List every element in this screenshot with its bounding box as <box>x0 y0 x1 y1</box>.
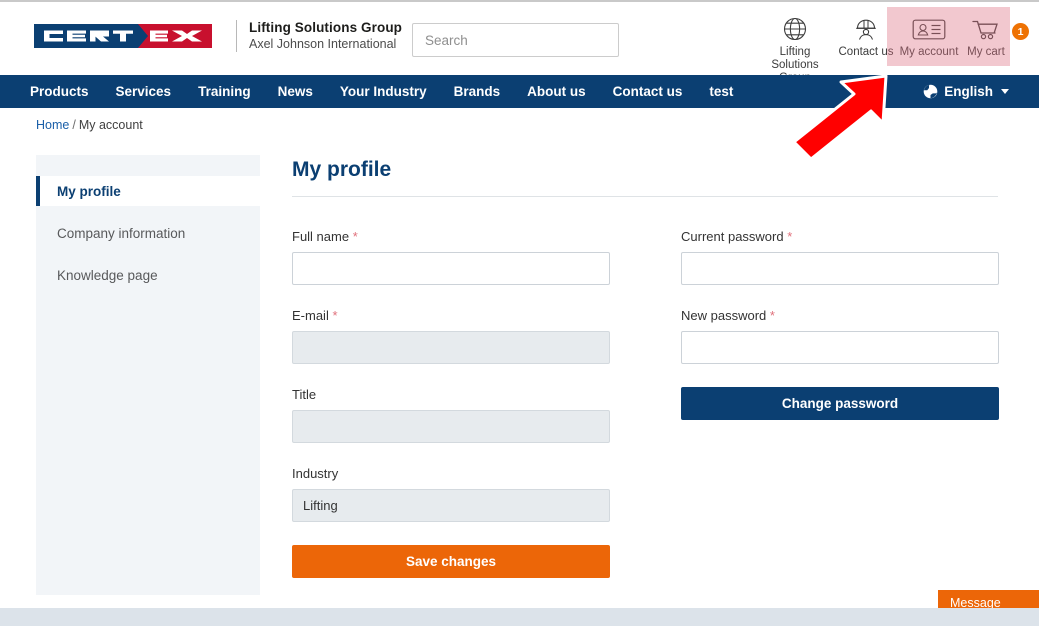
required-marker: * <box>332 308 338 323</box>
breadcrumb-home-link[interactable]: Home <box>36 118 69 132</box>
globe-icon <box>782 12 808 42</box>
header-contact-label: Contact us <box>838 46 894 58</box>
password-column: Current password * New password * Change… <box>681 229 999 420</box>
label-title: Title <box>292 387 317 402</box>
field-new-password: New password * <box>681 308 999 364</box>
footer-strip <box>0 608 1039 626</box>
nav-item-your-industry[interactable]: Your Industry <box>340 84 427 99</box>
nav-item-contact-us[interactable]: Contact us <box>613 84 683 99</box>
title-input <box>292 410 610 443</box>
id-card-icon <box>912 12 946 42</box>
certex-logo-icon <box>34 24 212 48</box>
label-email: E-mail * <box>292 308 338 323</box>
required-marker: * <box>352 229 358 244</box>
header-my-cart[interactable]: 1 My cart <box>950 12 1029 59</box>
sidebar-item-my-profile[interactable]: My profile <box>36 176 260 206</box>
field-full-name: Full name * <box>292 229 610 285</box>
site-logo[interactable]: Lifting Solutions Group Axel Johnson Int… <box>30 20 402 52</box>
nav-item-test[interactable]: test <box>709 84 733 99</box>
save-changes-button[interactable]: Save changes <box>292 545 610 578</box>
header-contact-us[interactable]: Contact us <box>830 12 902 59</box>
cart-icon: 1 <box>970 12 1029 42</box>
cart-count-badge: 1 <box>1012 23 1029 40</box>
nav-item-news[interactable]: News <box>278 84 313 99</box>
breadcrumb-current: My account <box>78 118 143 132</box>
nav-item-brands[interactable]: Brands <box>454 84 501 99</box>
nav-item-about-us[interactable]: About us <box>527 84 586 99</box>
language-globe-icon <box>923 84 938 99</box>
site-header: Lifting Solutions Group Axel Johnson Int… <box>0 2 1039 84</box>
sidebar-item-my-profile-label: My profile <box>57 183 121 199</box>
logo-tagline: Lifting Solutions Group Axel Johnson Int… <box>249 20 402 52</box>
label-industry: Industry <box>292 466 339 481</box>
logo-tagline-line2: Axel Johnson International <box>249 36 397 51</box>
page-title: My profile <box>292 158 392 181</box>
field-title: Title <box>292 387 610 443</box>
worker-icon <box>853 12 879 42</box>
required-marker: * <box>769 308 775 323</box>
change-password-button[interactable]: Change password <box>681 387 999 420</box>
search-input[interactable] <box>412 23 619 57</box>
breadcrumb: Home / My account <box>36 118 143 132</box>
field-industry: Industry <box>292 466 610 522</box>
profile-details-column: Full name * E-mail * Title Industry Save… <box>292 229 610 578</box>
breadcrumb-separator: / <box>72 118 76 132</box>
page-root: Lifting Solutions Group Axel Johnson Int… <box>0 0 1039 626</box>
required-marker: * <box>787 229 793 244</box>
logo-divider <box>236 20 237 52</box>
main-navigation: Products Services Training News Your Ind… <box>0 75 1039 108</box>
label-new-password: New password * <box>681 308 775 323</box>
full-name-input[interactable] <box>292 252 610 285</box>
nav-item-products[interactable]: Products <box>30 84 89 99</box>
nav-item-list: Products Services Training News Your Ind… <box>30 75 733 108</box>
profile-content: My profile Full name * E-mail * Title In… <box>292 158 999 578</box>
sidebar-item-knowledge-page[interactable]: Knowledge page <box>36 260 260 290</box>
field-current-password: Current password * <box>681 229 999 285</box>
language-selector[interactable]: English <box>923 75 1009 108</box>
logo-tagline-line1: Lifting Solutions Group <box>249 20 403 36</box>
header-cart-label: My cart <box>967 46 1005 58</box>
label-full-name: Full name * <box>292 229 358 244</box>
label-current-password: Current password * <box>681 229 793 244</box>
account-sidebar: My profile Company information Knowledge… <box>36 155 260 595</box>
title-divider <box>292 196 998 197</box>
sidebar-item-knowledge-label: Knowledge page <box>57 267 158 283</box>
language-label: English <box>944 84 993 99</box>
email-input <box>292 331 610 364</box>
chevron-down-icon <box>1001 89 1009 94</box>
sidebar-item-company-information[interactable]: Company information <box>36 218 260 248</box>
current-password-input[interactable] <box>681 252 999 285</box>
new-password-input[interactable] <box>681 331 999 364</box>
nav-item-training[interactable]: Training <box>198 84 251 99</box>
field-email: E-mail * <box>292 308 610 364</box>
industry-input <box>292 489 610 522</box>
sidebar-item-company-label: Company information <box>57 225 186 241</box>
nav-item-services[interactable]: Services <box>116 84 172 99</box>
